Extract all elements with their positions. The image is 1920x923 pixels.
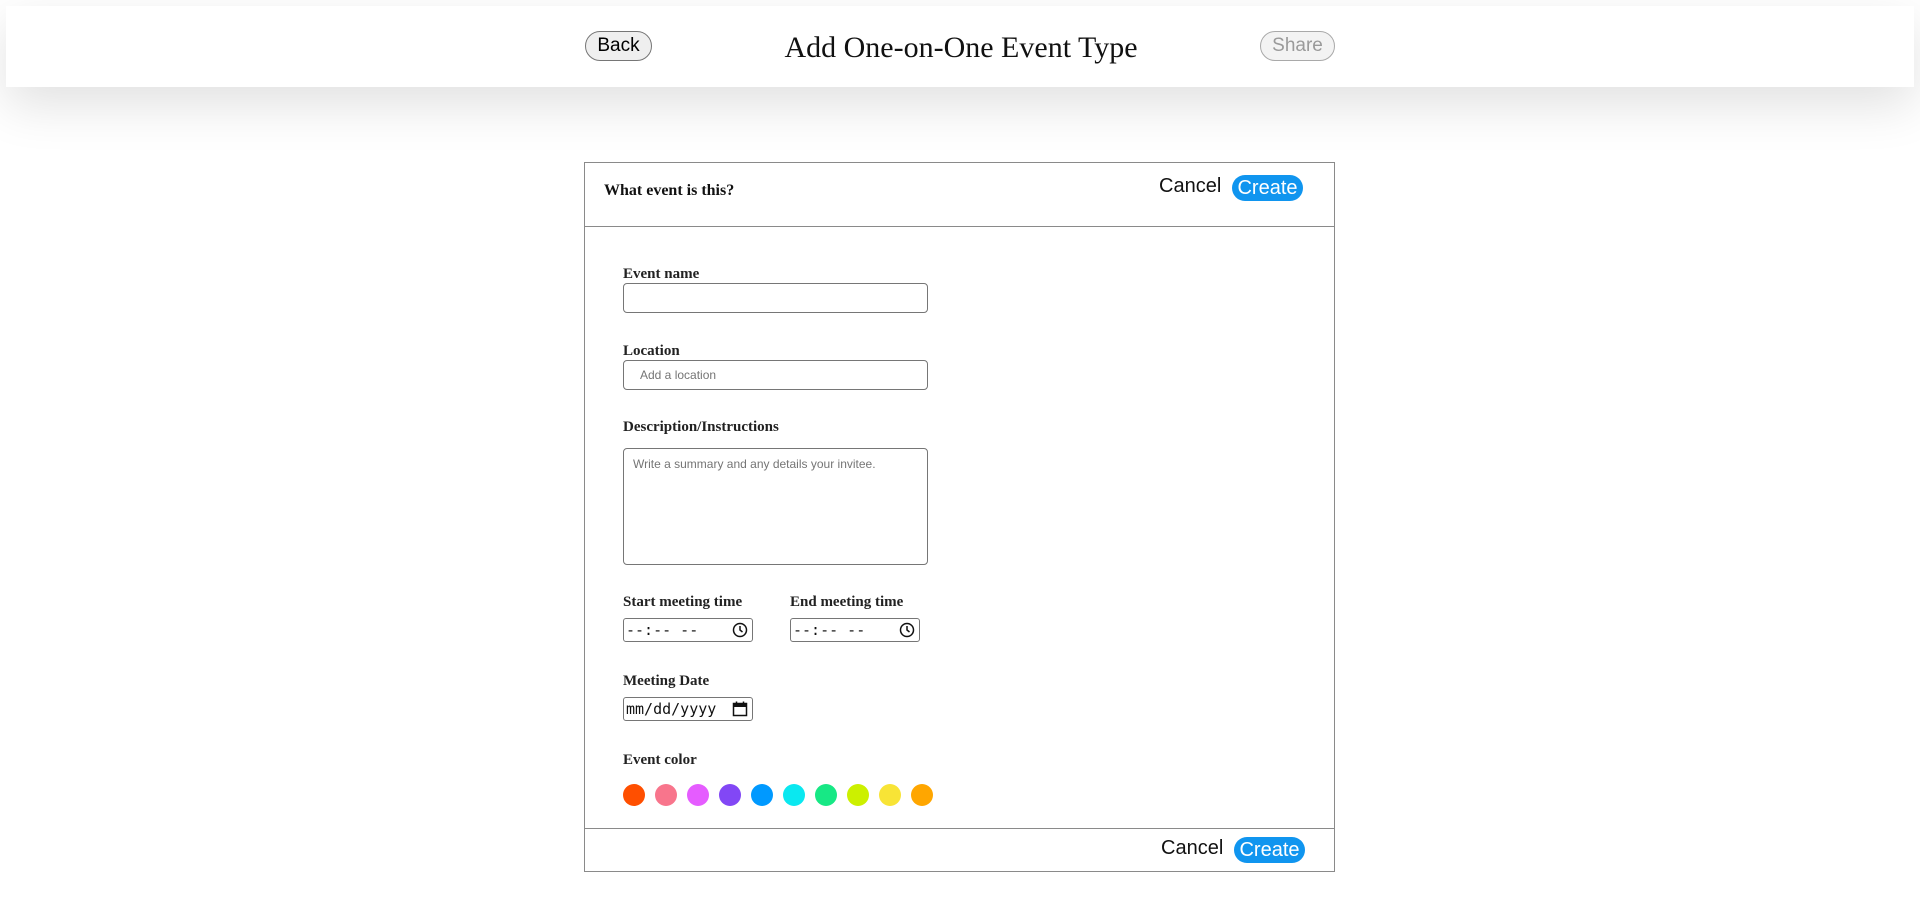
card-footer: Cancel Create	[585, 828, 1334, 872]
event-name-label: Event name	[623, 266, 700, 282]
card-header: What event is this? Cancel Create	[585, 163, 1334, 227]
end-time-label: End meeting time	[790, 594, 904, 610]
start-time-placeholder: --:-- --	[626, 621, 699, 639]
location-input[interactable]: Add a location	[623, 360, 928, 390]
calendar-icon[interactable]	[732, 701, 748, 717]
page-title: Add One-on-One Event Type	[784, 31, 1138, 64]
description-textarea[interactable]: Write a summary and any details your inv…	[623, 448, 928, 565]
footer-cancel-button[interactable]: Cancel	[1161, 837, 1223, 860]
start-time-label: Start meeting time	[623, 594, 743, 610]
header-create-button[interactable]: Create	[1232, 175, 1303, 201]
footer-create-button[interactable]: Create	[1234, 837, 1305, 863]
color-swatch[interactable]	[655, 784, 677, 806]
clock-icon[interactable]	[732, 622, 748, 638]
color-swatch[interactable]	[911, 784, 933, 806]
event-color-label: Event color	[623, 752, 697, 768]
color-swatch[interactable]	[751, 784, 773, 806]
share-button[interactable]: Share	[1260, 31, 1335, 61]
clock-icon[interactable]	[899, 622, 915, 638]
color-swatch[interactable]	[623, 784, 645, 806]
meeting-date-placeholder: mm/dd/yyyy	[626, 700, 717, 718]
end-time-input[interactable]: --:-- --	[790, 618, 920, 642]
color-swatch[interactable]	[783, 784, 805, 806]
color-swatch[interactable]	[687, 784, 709, 806]
event-form-card: What event is this? Cancel Create Event …	[584, 162, 1335, 872]
event-name-input[interactable]	[623, 283, 928, 313]
color-swatch[interactable]	[879, 784, 901, 806]
color-swatch[interactable]	[719, 784, 741, 806]
card-question: What event is this?	[604, 182, 735, 199]
start-time-input[interactable]: --:-- --	[623, 618, 753, 642]
header-cancel-button[interactable]: Cancel	[1159, 175, 1221, 198]
color-swatch-list	[623, 784, 933, 806]
color-swatch[interactable]	[815, 784, 837, 806]
meeting-date-input[interactable]: mm/dd/yyyy	[623, 697, 753, 721]
description-label: Description/Instructions	[623, 419, 779, 435]
top-navigation-bar: Back Add One-on-One Event Type Share	[6, 6, 1914, 87]
color-swatch[interactable]	[847, 784, 869, 806]
back-button[interactable]: Back	[585, 31, 652, 61]
meeting-date-label: Meeting Date	[623, 673, 710, 689]
location-label: Location	[623, 343, 680, 359]
end-time-placeholder: --:-- --	[793, 621, 866, 639]
